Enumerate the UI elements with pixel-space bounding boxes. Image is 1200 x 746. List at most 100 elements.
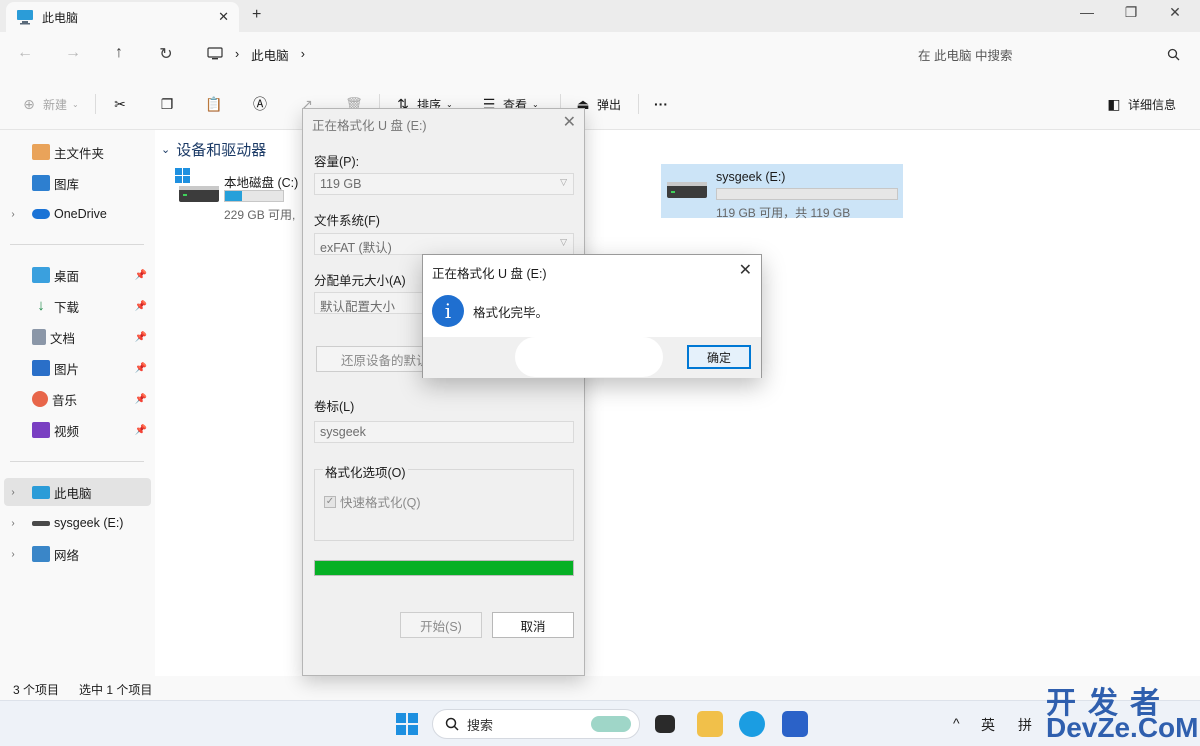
- title-bar: 此电脑 ✕ + — ❐ ✕: [0, 0, 1200, 32]
- dialog-title: 正在格式化 U 盘 (E:): [312, 119, 427, 133]
- group-header[interactable]: ⌄ 设备和驱动器: [161, 139, 266, 160]
- close-icon[interactable]: ✕: [563, 112, 576, 132]
- pin-icon[interactable]: 📌: [135, 394, 147, 405]
- search-icon: [445, 717, 459, 731]
- more-options-button[interactable]: ···: [654, 95, 668, 113]
- pin-icon[interactable]: 📌: [135, 332, 147, 343]
- microsoft-store-icon[interactable]: [782, 711, 808, 737]
- restore-button[interactable]: ❐: [1116, 4, 1146, 21]
- filesystem-select[interactable]: exFAT (默认) ▽: [314, 233, 574, 255]
- chevron-right-icon[interactable]: ›: [301, 47, 305, 61]
- search-input[interactable]: 在 此电脑 中搜索: [904, 40, 1190, 68]
- divider: [10, 461, 144, 462]
- volume-label-input[interactable]: sysgeek: [314, 421, 574, 443]
- taskbar-search[interactable]: 搜索: [432, 709, 640, 739]
- sidebar-item-downloads[interactable]: ↓ 下载 📌: [4, 292, 151, 320]
- allocation-label: 分配单元大小(A): [314, 274, 406, 288]
- breadcrumb[interactable]: › 此电脑 ›: [199, 40, 890, 68]
- details-label: 详细信息: [1128, 97, 1177, 112]
- sidebar-item-gallery[interactable]: 图库: [4, 169, 151, 197]
- sidebar-item-label: 此电脑: [54, 486, 92, 501]
- file-explorer-icon[interactable]: [697, 711, 723, 737]
- taskbar-search-label: 搜索: [467, 717, 494, 733]
- sidebar-item-desktop[interactable]: 桌面 📌: [4, 261, 151, 289]
- details-pane-button[interactable]: ◧ 详细信息: [1105, 95, 1176, 113]
- sidebar-item-usb-drive[interactable]: › sysgeek (E:): [4, 509, 151, 537]
- drive-usage-bar: [224, 190, 284, 202]
- rename-icon: Ⓐ: [253, 96, 267, 112]
- drive-name: sysgeek (E:): [716, 170, 786, 184]
- start-button[interactable]: 开始(S): [400, 612, 482, 638]
- chevron-right-icon[interactable]: ›: [4, 549, 22, 560]
- new-button[interactable]: ⊕ 新建 ⌄: [20, 95, 79, 113]
- drive-e[interactable]: sysgeek (E:) 119 GB 可用，共 119 GB: [661, 164, 903, 220]
- ime-mode-indicator[interactable]: 拼: [1018, 715, 1032, 735]
- chevron-right-icon[interactable]: ›: [4, 487, 22, 498]
- up-arrow-icon[interactable]: ↑: [108, 44, 130, 64]
- copy-button[interactable]: ❐: [158, 95, 176, 113]
- minimize-button[interactable]: —: [1072, 4, 1102, 20]
- pin-icon[interactable]: 📌: [135, 425, 147, 436]
- sidebar-item-videos[interactable]: 视频 📌: [4, 416, 151, 444]
- paste-button[interactable]: 📋: [205, 95, 223, 113]
- sidebar-item-label: 桌面: [54, 269, 80, 284]
- sidebar-item-pictures[interactable]: 图片 📌: [4, 354, 151, 382]
- cut-button[interactable]: ✂: [111, 95, 129, 113]
- capacity-select[interactable]: 119 GB ▽: [314, 173, 574, 195]
- navigation-pane: 主文件夹 图库 › OneDrive 桌面 📌 ↓ 下载 📌 文档 📌 图片 📌…: [0, 130, 155, 676]
- pictures-icon: [32, 360, 50, 376]
- format-complete-messagebox: 正在格式化 U 盘 (E:) ✕ i 格式化完毕。 确定: [422, 254, 762, 378]
- format-options-group: 格式化选项(O) ✓ 快速格式化(Q): [314, 462, 574, 541]
- back-arrow-icon[interactable]: ←: [14, 44, 36, 64]
- pin-icon[interactable]: 📌: [135, 301, 147, 312]
- sidebar-item-documents[interactable]: 文档 📌: [4, 323, 151, 351]
- close-tab-button[interactable]: ✕: [218, 9, 229, 25]
- volume-label-label: 卷标(L): [314, 400, 355, 414]
- close-window-button[interactable]: ✕: [1160, 4, 1190, 21]
- ime-language-indicator[interactable]: 英: [981, 715, 995, 735]
- cancel-button[interactable]: 取消: [492, 612, 574, 638]
- breadcrumb-this-pc[interactable]: 此电脑: [251, 45, 289, 64]
- sidebar-item-label: 音乐: [52, 393, 78, 408]
- sidebar-item-network[interactable]: › 网络: [4, 540, 151, 568]
- drive-info: 119 GB 可用，共 119 GB: [716, 206, 851, 220]
- chevron-right-icon[interactable]: ›: [4, 518, 22, 529]
- ok-button[interactable]: 确定: [687, 345, 751, 369]
- windows-start-icon[interactable]: [394, 711, 420, 737]
- chevron-right-icon[interactable]: ›: [4, 209, 22, 220]
- chevron-down-icon: ▽: [560, 177, 567, 187]
- windows-drive-icon: [175, 168, 219, 202]
- quick-format-label: 快速格式化(Q): [340, 496, 421, 510]
- details-pane-icon: ◧: [1107, 96, 1121, 112]
- sidebar-item-label: 主文件夹: [54, 146, 105, 161]
- drive-info: 229 GB 可用,: [224, 208, 296, 222]
- rename-button[interactable]: Ⓐ: [251, 95, 269, 113]
- sidebar-item-label: 图片: [54, 362, 80, 377]
- pin-icon[interactable]: 📌: [135, 270, 147, 281]
- chevron-right-icon[interactable]: ›: [235, 47, 239, 61]
- forward-arrow-icon[interactable]: →: [62, 44, 84, 64]
- new-tab-button[interactable]: +: [252, 6, 261, 24]
- sidebar-item-label: sysgeek (E:): [54, 516, 124, 530]
- tab-this-pc[interactable]: 此电脑 ✕: [6, 2, 239, 32]
- sidebar-item-music[interactable]: 音乐 📌: [4, 385, 151, 413]
- format-dialog: 正在格式化 U 盘 (E:) ✕ 容量(P): 119 GB ▽ 文件系统(F)…: [302, 108, 585, 676]
- download-icon: ↓: [37, 297, 45, 314]
- divider: [638, 94, 639, 114]
- sidebar-item-this-pc[interactable]: › 此电脑: [4, 478, 151, 506]
- allocation-value: 默认配置大小: [320, 300, 396, 314]
- home-icon: [32, 144, 50, 160]
- task-view-icon[interactable]: [655, 715, 675, 733]
- chevron-down-icon[interactable]: ⌄: [161, 143, 170, 156]
- sidebar-item-label: 下载: [54, 300, 80, 315]
- close-icon[interactable]: ✕: [739, 260, 752, 280]
- pin-icon[interactable]: 📌: [135, 363, 147, 374]
- status-bar: 3 个项目 选中 1 个项目: [0, 676, 1200, 700]
- chevron-up-icon[interactable]: ^: [953, 715, 960, 731]
- edge-browser-icon[interactable]: [739, 711, 765, 737]
- taskbar: 搜索 ^ 英 拼: [0, 700, 1200, 746]
- sidebar-item-onedrive[interactable]: › OneDrive: [4, 200, 151, 228]
- sidebar-item-home[interactable]: 主文件夹: [4, 138, 151, 166]
- quick-format-checkbox[interactable]: ✓ 快速格式化(Q): [324, 492, 421, 511]
- refresh-icon[interactable]: ↻: [155, 44, 177, 64]
